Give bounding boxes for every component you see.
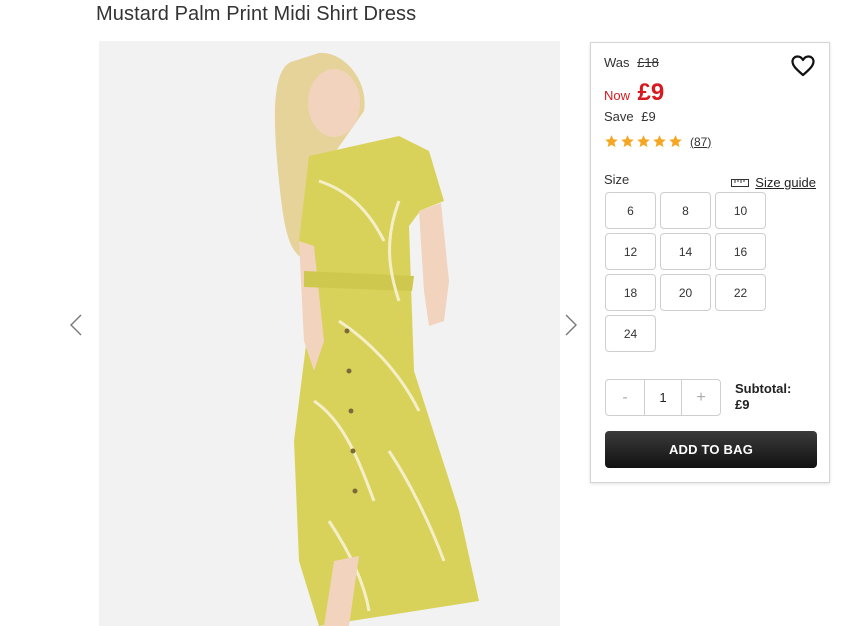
now-price-row: Now £9 [604, 79, 664, 107]
quantity-decrease-button[interactable]: - [606, 380, 644, 415]
review-count-link[interactable]: (87) [690, 135, 711, 149]
size-label: Size [604, 172, 630, 187]
subtotal-label: Subtotal: [735, 381, 792, 396]
size-option[interactable]: 10 [715, 192, 766, 229]
star-icon [605, 135, 618, 148]
size-option[interactable]: 8 [660, 192, 711, 229]
size-option[interactable]: 24 [605, 315, 656, 352]
purchase-panel: Was £18 Now £9 Save £9 (87) Size Size gu… [590, 42, 830, 483]
size-guide-label: Size guide [755, 175, 816, 190]
size-option[interactable]: 22 [715, 274, 766, 311]
size-guide-link[interactable]: Size guide [731, 175, 816, 190]
was-price-row: Was £18 [604, 55, 659, 70]
size-option[interactable]: 12 [605, 233, 656, 270]
save-label: Save [604, 109, 634, 124]
chevron-right-icon [565, 314, 577, 336]
subtotal-value: £9 [735, 397, 750, 412]
chevron-left-icon [70, 314, 82, 336]
size-option[interactable]: 18 [605, 274, 656, 311]
add-to-bag-button[interactable]: ADD TO BAG [605, 431, 817, 468]
star-icon [669, 135, 682, 148]
wishlist-button[interactable] [791, 55, 817, 79]
size-option[interactable]: 20 [660, 274, 711, 311]
heart-icon [791, 55, 815, 77]
star-icon [637, 135, 650, 148]
save-value: £9 [641, 109, 656, 124]
dress-photo-illustration [99, 41, 560, 626]
now-label: Now [604, 88, 631, 103]
star-icon [621, 135, 634, 148]
size-option[interactable]: 16 [715, 233, 766, 270]
save-row: Save £9 [604, 109, 656, 124]
size-option[interactable]: 14 [660, 233, 711, 270]
subtotal: Subtotal: £9 [735, 381, 791, 413]
rating: (87) [604, 134, 711, 149]
product-image[interactable] [99, 41, 560, 626]
quantity-increase-button[interactable]: + [682, 380, 720, 415]
was-price: £18 [637, 55, 659, 70]
ruler-icon [731, 178, 750, 187]
was-label: Was [604, 55, 630, 70]
quantity-input[interactable]: 1 [644, 380, 682, 415]
quantity-stepper: - 1 + [605, 379, 721, 416]
now-price: £9 [637, 79, 665, 106]
review-count: 87 [694, 134, 708, 149]
product-title: Mustard Palm Print Midi Shirt Dress [96, 3, 417, 25]
gallery-next-button[interactable] [561, 312, 581, 338]
star-rating [604, 134, 684, 149]
gallery-prev-button[interactable] [66, 312, 86, 338]
star-icon [653, 135, 666, 148]
size-option[interactable]: 6 [605, 192, 656, 229]
